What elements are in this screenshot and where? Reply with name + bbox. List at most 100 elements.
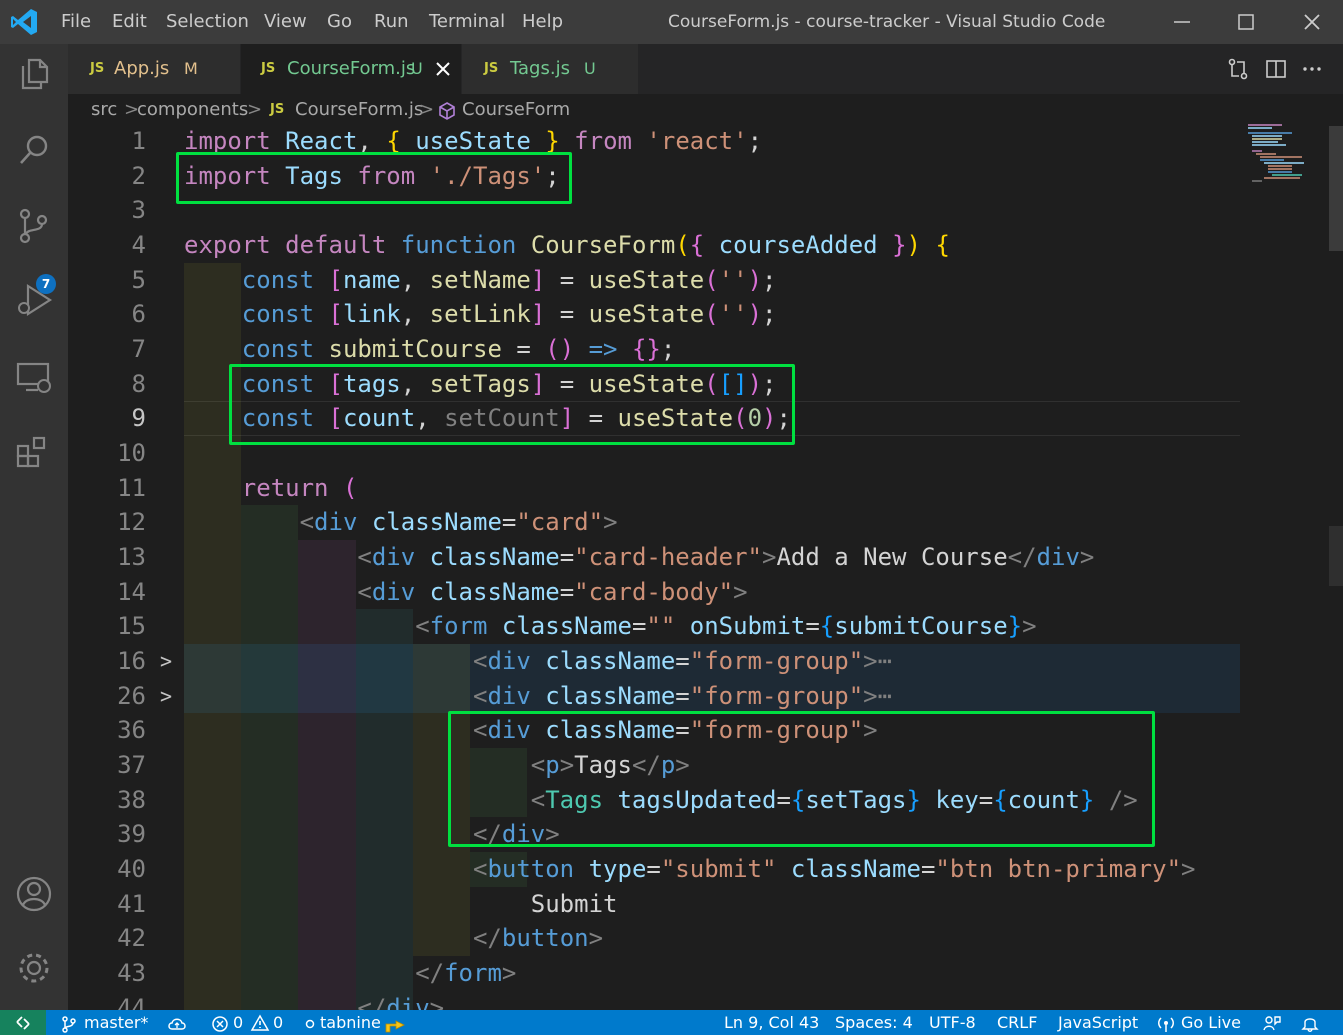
close-tab-icon[interactable] [431,57,455,81]
tabnine-label[interactable]: tabnine [320,1013,381,1032]
tab-tags-js[interactable]: JS Tags.js U [462,44,638,94]
code-line[interactable]: const [name, setName] = useState(''); [184,263,777,298]
error-icon[interactable] [211,1015,229,1033]
broadcast-icon [1158,1017,1174,1032]
menu-run[interactable]: Run [374,11,409,32]
breadcrumb-file[interactable]: CourseForm.js [295,99,423,120]
component-symbol-icon [439,102,455,120]
line-number: 5 [131,265,146,294]
feedback-icon[interactable] [1262,1014,1282,1032]
code-line[interactable]: const submitCourse = () => {}; [184,332,676,367]
remote-indicator[interactable] [0,1010,46,1035]
code-line[interactable]: </div> [184,991,444,1010]
minimize-icon[interactable] [1162,6,1202,38]
highlight-box-state-hooks [229,364,795,445]
accounts-icon[interactable] [14,874,54,914]
warning-count[interactable]: 0 [273,1013,283,1032]
close-window-icon[interactable] [1292,6,1332,38]
tabnine-status-icon [305,1019,315,1029]
source-control-icon[interactable] [14,206,54,246]
code-line[interactable]: return ( [184,471,358,506]
manage-gear-icon[interactable] [14,948,54,988]
breadcrumb-src[interactable]: src [91,99,117,120]
git-branch[interactable]: master* [84,1013,148,1032]
vertical-scrollbar[interactable] [1325,126,1343,1010]
code-line[interactable]: const [link, setLink] = useState(''); [184,297,777,332]
code-line[interactable]: export default function CourseForm({ cou… [184,228,950,263]
vscode-logo-icon [11,9,37,35]
tab-courseform-js[interactable]: JS CourseForm.js U [241,44,461,94]
line-number: 4 [131,231,146,259]
go-live-button[interactable]: Go Live [1181,1013,1241,1032]
line-number: 8 [131,369,146,398]
minimap[interactable] [1242,120,1322,190]
more-actions-icon[interactable] [1300,57,1324,81]
line-number: 9 [131,404,146,433]
code-editor[interactable]: 1 2 3 4 5 6 7 8 9 10 11 12 13 14 15 16 >26 >36 37 38 39 40 41 4… [68,126,1343,1010]
line-number: 44 [117,993,146,1010]
code-line[interactable]: <div className="form-group">⋯ [184,644,892,679]
line-number: 42 [117,924,146,953]
js-file-icon: JS [484,61,499,76]
highlight-box-tags-group [448,711,1155,847]
maximize-icon[interactable] [1226,6,1266,38]
code-line[interactable]: <form className="" onSubmit={submitCours… [184,609,1036,644]
line-number: 10 [117,439,146,468]
warning-icon[interactable] [250,1014,270,1032]
code-line[interactable]: Submit [184,887,618,922]
explorer-icon[interactable] [14,54,54,94]
notifications-bell-icon[interactable] [1300,1014,1320,1032]
breadcrumb-symbol[interactable]: CourseForm [462,99,570,120]
line-number: 41 [117,889,146,918]
indentation[interactable]: Spaces: 4 [835,1013,913,1032]
fold-chevron-icon[interactable]: > [160,644,178,679]
code-line[interactable]: <div className="card-body"> [184,575,747,610]
menu-file[interactable]: File [61,11,91,32]
js-file-icon: JS [90,61,105,76]
menu-help[interactable]: Help [522,11,563,32]
menu-go[interactable]: Go [327,11,352,32]
untracked-status: U [411,59,423,78]
title-bar: File Edit Selection View Go Run Terminal… [0,0,1343,44]
code-line[interactable]: <div className="card"> [184,505,618,540]
pointing-hand-icon [385,1020,405,1033]
compare-changes-icon[interactable] [1226,57,1250,81]
line-ending[interactable]: CRLF [997,1013,1037,1032]
sync-cloud-icon[interactable] [166,1015,188,1033]
remote-explorer-icon[interactable] [14,356,54,396]
line-number: 2 [131,161,146,190]
activity-bar: 7 [0,44,68,1010]
line-number: 16 [117,647,146,676]
modified-status: M [184,59,198,78]
tab-app-js[interactable]: JS App.js M [68,44,240,94]
code-line[interactable]: <div className="form-group">⋯ [184,679,892,714]
extensions-icon[interactable] [14,432,54,472]
code-line[interactable]: </form> [184,956,516,991]
search-icon[interactable] [14,130,54,170]
breadcrumb-separator: > [247,99,263,120]
line-number: 13 [117,543,146,572]
breadcrumb-components[interactable]: components [137,99,248,120]
line-number: 15 [117,612,146,641]
error-count[interactable]: 0 [233,1013,243,1032]
cursor-position[interactable]: Ln 9, Col 43 [724,1013,819,1032]
code-line[interactable]: <div className="card-header">Add a New C… [184,540,1094,575]
tab-label: CourseForm.js [287,58,416,79]
tab-label: Tags.js [510,58,570,79]
language-mode[interactable]: JavaScript [1058,1013,1138,1032]
line-number: 36 [117,716,146,745]
menu-terminal[interactable]: Terminal [429,11,505,32]
menu-view[interactable]: View [264,11,307,32]
line-number: 43 [117,959,146,988]
menu-selection[interactable]: Selection [166,11,249,32]
line-number: 11 [117,473,146,502]
encoding[interactable]: UTF-8 [929,1013,976,1032]
run-debug-icon[interactable] [14,280,54,320]
code-line[interactable]: </button> [184,921,603,956]
fold-chevron-icon[interactable]: > [160,679,178,714]
line-number: 1 [131,127,146,155]
code-line[interactable]: <button type="submit" className="btn btn… [184,852,1196,887]
remote-icon [16,1016,30,1030]
menu-edit[interactable]: Edit [112,11,147,32]
split-editor-icon[interactable] [1264,57,1288,81]
